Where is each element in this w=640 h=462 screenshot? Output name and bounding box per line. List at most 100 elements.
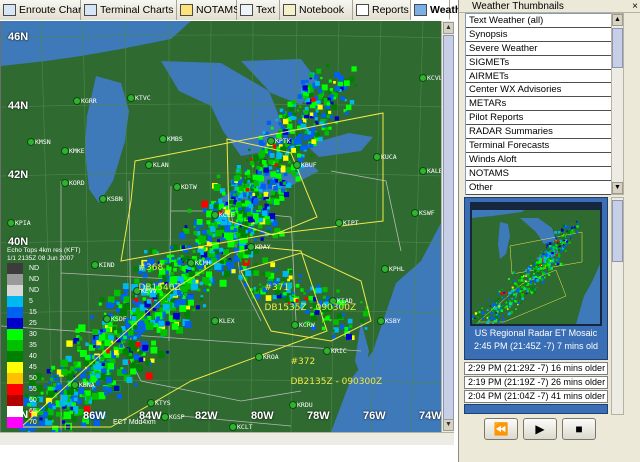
airport-marker[interactable]: KCVL [419,74,441,82]
sigmet-time: DB2135Z - 090300Z [290,377,383,387]
product-list-item[interactable]: NOTAMS [466,167,619,181]
product-list-item[interactable]: Severe Weather [466,42,619,56]
airport-marker[interactable]: KSBY [377,317,401,325]
airport-marker[interactable]: KIPT [335,219,359,227]
product-list-item[interactable]: Terminal Forecasts [466,139,619,153]
airport-marker[interactable]: KCLT [229,423,253,431]
tab-reports[interactable]: Reports [353,0,411,20]
product-list-item[interactable]: AIRMETs [466,70,619,84]
radar-thumbnail-image[interactable] [470,202,602,326]
older-thumbnail-item[interactable]: 2:19 PM (21:19Z -7) 26 mins older [464,376,608,389]
play-button[interactable]: ▶ [523,418,557,440]
legend-swatch [7,285,23,296]
legend-label: 60 [29,397,37,404]
tab-notebook[interactable]: Notebook [280,0,353,20]
airport-marker[interactable]: KSWF [411,209,435,217]
lon-label: 76W [363,410,386,422]
tab-text[interactable]: Text [237,0,280,20]
airport-marker[interactable]: KORD [61,179,85,187]
legend-entry: 40 [7,351,73,362]
panel-header: Weather Thumbnails × [459,0,640,13]
legend-label: 5 [29,298,33,305]
airport-marker[interactable]: KMBS [159,135,183,143]
stop-button[interactable]: ■ [562,418,596,440]
scroll-up-icon[interactable]: ▲ [612,14,623,26]
legend-swatch [7,362,23,373]
legend-entry: 35 [7,340,73,351]
airport-marker[interactable]: KPTK [267,137,291,145]
weather-icon [414,3,427,16]
product-list-item[interactable]: Synopsis [466,28,619,42]
legend-label: 40 [29,353,37,360]
airport-marker[interactable]: KROA [255,353,279,361]
legend-entry: 70 [7,417,73,428]
airport-marker[interactable]: KBUF [293,161,317,169]
weather-map[interactable]: 46N 44N 42N 40N 38N 86W 84W 82W 80W 78W … [0,21,441,432]
airport-marker[interactable]: KBNA [71,381,95,389]
product-list-item[interactable]: Other [466,181,619,195]
scroll-thumb[interactable] [612,200,623,262]
scroll-down-icon[interactable]: ▼ [443,419,454,431]
legend-entry: 30 [7,329,73,340]
reports-icon [356,4,369,16]
notebook-icon [283,4,296,16]
rewind-button[interactable]: ⏪ [484,418,518,440]
airport-marker[interactable]: KUCA [373,153,397,161]
tab-bar: Enroute Charts Terminal Charts NOTAMS Te… [0,0,471,20]
sigmet-label[interactable]: #368 DB1540Z [127,253,180,303]
airport-marker[interactable]: KPHL [381,265,405,273]
radar-thumbnail-card[interactable]: US Regional Radar ET Mosaic 2:45 PM (21:… [464,197,608,360]
product-list-item[interactable]: Winds Aloft [466,153,619,167]
map-horizontal-scrollbar[interactable] [0,432,454,445]
sigmet-id: #371 [264,283,290,293]
product-list-item[interactable]: RADAR Summaries [466,125,619,140]
airport-marker[interactable]: KGSP [161,413,185,421]
scroll-thumb[interactable] [443,35,454,428]
legend-entry: 50 [7,373,73,384]
legend-label: 30 [29,331,37,338]
sigmet-label[interactable]: #371 DB1535Z - 090300Z [253,273,356,323]
product-list-item[interactable]: SIGMETs [466,56,619,70]
airport-marker[interactable]: KGRR [73,97,97,105]
airport-marker[interactable]: KCLE [211,211,235,219]
airport-marker[interactable]: KPIA [7,219,31,227]
older-thumbnail-item[interactable]: 2:29 PM (21:29Z -7) 16 mins older [464,362,608,375]
airport-marker[interactable]: KCMH [187,259,211,267]
close-icon[interactable]: × [632,1,638,12]
airport-marker[interactable]: KLEX [211,317,235,325]
airport-marker[interactable]: KSBN [99,195,123,203]
product-list-item[interactable]: Text Weather (all) [466,14,619,28]
legend-label: 70 [29,419,37,426]
product-list-item[interactable]: Pilot Reports [466,111,619,126]
scroll-down-icon[interactable]: ▼ [612,182,623,194]
product-list-item[interactable]: Center WX Advisories [466,83,619,98]
airport-marker[interactable]: KDAY [247,243,271,251]
scroll-thumb[interactable] [612,28,623,68]
older-thumbnail-item[interactable]: 2:04 PM (21:04Z -7) 41 mins older [464,390,608,403]
airport-marker[interactable]: KDTW [173,183,197,191]
legend-rows: ND ND ND 5 15 25 30 35 40 45 50 55 60 65 70 [7,263,73,428]
legend-swatch [7,274,23,285]
airport-marker[interactable]: KALB [419,167,441,175]
airport-marker[interactable]: KMSN [27,138,51,146]
product-list-item[interactable]: METARs [466,97,619,112]
map-vertical-scrollbar[interactable]: ▲ ▼ [441,21,454,432]
airport-marker[interactable]: KSDF [103,315,127,323]
sigmet-label[interactable]: #372 DB2135Z - 090300Z [279,347,382,397]
airport-marker[interactable]: KTVC [127,94,151,102]
product-list-scrollbar[interactable]: ▲ ▼ [611,13,624,195]
airport-marker[interactable]: KTYS [147,399,171,407]
legend-label: ND [29,265,40,272]
airport-marker[interactable]: KRDU [289,401,313,409]
scroll-up-icon[interactable]: ▲ [443,22,454,34]
tab-enroute-charts[interactable]: Enroute Charts [0,0,90,20]
thumbnails-scrollbar[interactable] [611,197,624,415]
older-thumbnail-preview[interactable] [464,404,608,414]
airport-marker[interactable]: KIND [91,261,115,269]
tab-terminal-charts[interactable]: Terminal Charts [81,0,177,20]
tab-label: NOTAMS [196,4,241,16]
airport-marker[interactable]: KLAN [145,161,169,169]
tab-weather[interactable]: Weather [411,0,471,20]
airport-marker[interactable]: KMKE [61,147,85,155]
tab-notams[interactable]: NOTAMS [177,0,241,20]
